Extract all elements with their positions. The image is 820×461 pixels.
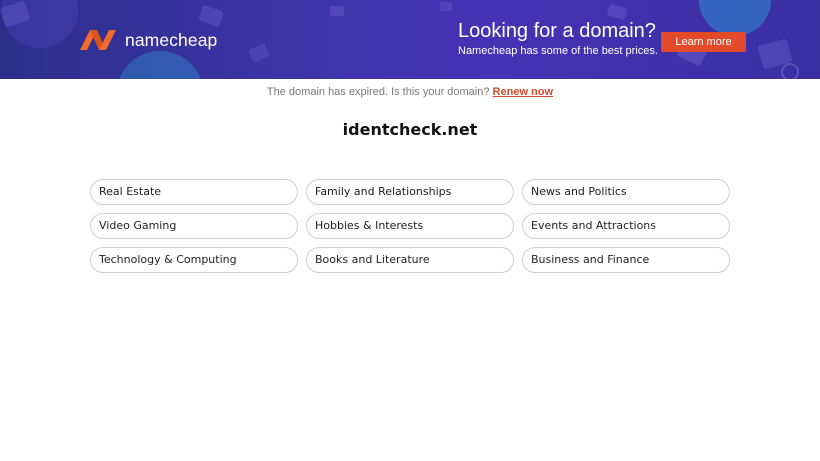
topic-link-technology-and-computing[interactable]: Technology & Computing — [90, 247, 298, 273]
topic-link-real-estate[interactable]: Real Estate — [90, 179, 298, 205]
namecheap-logo[interactable]: namecheap — [78, 27, 217, 53]
renew-now-link[interactable]: Renew now — [493, 86, 554, 98]
topic-link-hobbies-and-interests[interactable]: Hobbies & Interests — [306, 213, 514, 239]
promo-title: Looking for a domain? — [458, 20, 656, 42]
topic-link-video-gaming[interactable]: Video Gaming — [90, 213, 298, 239]
learn-more-button[interactable]: Learn more — [661, 32, 746, 52]
related-topics-grid: Real Estate Family and Relationships New… — [90, 179, 730, 273]
expired-notice-text: The domain has expired. Is this your dom… — [266, 86, 490, 98]
topic-link-books-and-literature[interactable]: Books and Literature — [306, 247, 514, 273]
topic-link-events-and-attractions[interactable]: Events and Attractions — [522, 213, 730, 239]
topic-link-news-and-politics[interactable]: News and Politics — [522, 179, 730, 205]
topic-link-business-and-finance[interactable]: Business and Finance — [522, 247, 730, 273]
expired-notice: The domain has expired. Is this your dom… — [0, 85, 820, 99]
promo-banner: namecheap Looking for a domain? Namechea… — [0, 0, 820, 79]
brand-name: namecheap — [125, 29, 218, 50]
namecheap-n-logo-icon — [80, 30, 116, 50]
promo-subtitle: Namecheap has some of the best prices. — [458, 45, 658, 57]
topic-link-family-and-relationships[interactable]: Family and Relationships — [306, 179, 514, 205]
domain-name: identcheck.net — [342, 120, 478, 139]
